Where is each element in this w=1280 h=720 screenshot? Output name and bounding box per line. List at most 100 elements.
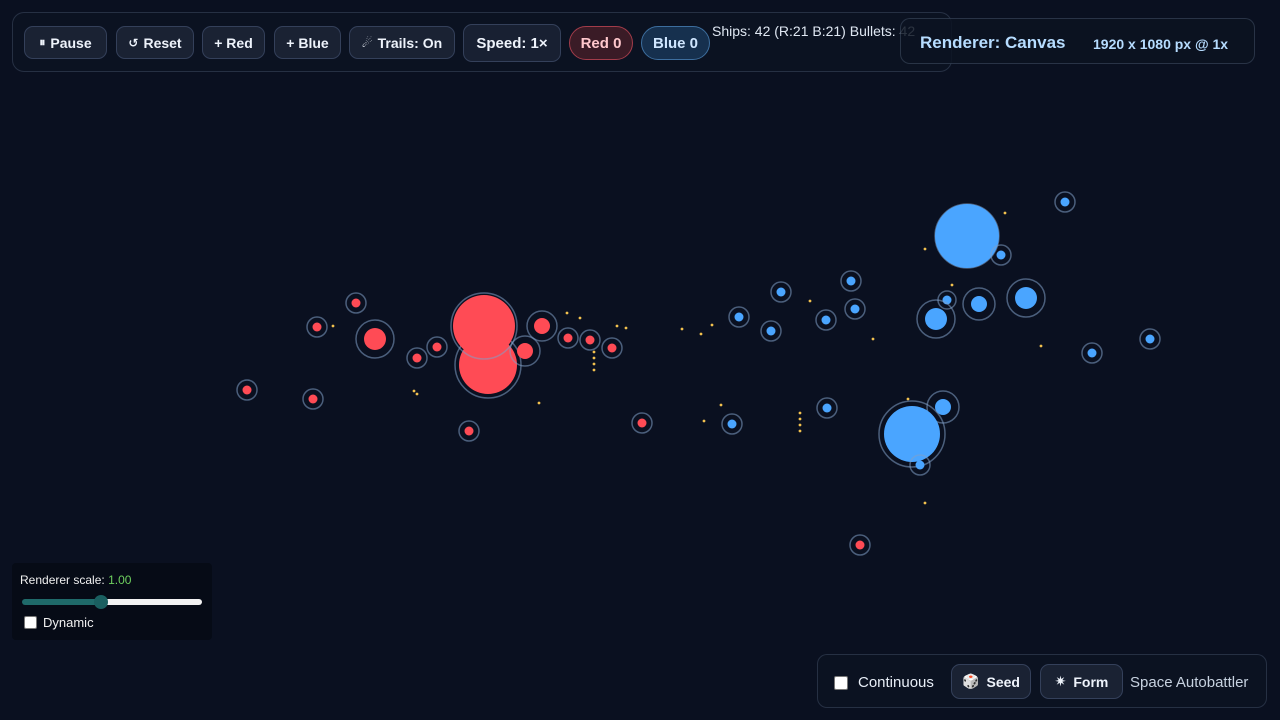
red-ship [450, 292, 518, 360]
blue-ship [934, 203, 1000, 269]
add-blue-button[interactable]: + Blue [274, 26, 341, 59]
comet-icon: ☄ [361, 35, 373, 50]
renderer-scale-slider[interactable] [22, 595, 202, 609]
red-ship-hull [855, 540, 865, 550]
bullet [412, 389, 416, 393]
trails-toggle-button[interactable]: ☄ Trails: On [349, 26, 455, 59]
bullet [578, 316, 582, 320]
reset-label: Reset [143, 34, 182, 51]
formation-icon: ✷ [1054, 673, 1067, 689]
bullet [615, 324, 619, 328]
continuous-checkbox[interactable] [834, 675, 848, 690]
bullet [798, 429, 802, 433]
bullet [710, 323, 714, 327]
slider-track [101, 599, 202, 605]
bullet [798, 423, 802, 427]
bullet [592, 350, 596, 354]
bullet [680, 327, 684, 331]
bullet [537, 401, 541, 405]
bullet [906, 397, 910, 401]
bullet [808, 299, 812, 303]
red-ship-hull [308, 394, 318, 404]
red-ship-hull [351, 298, 361, 308]
bullet [923, 501, 927, 505]
bottom-controls-panel: Continuous 🎲 Seed ✷ Form Space Autobattl… [817, 654, 1267, 708]
seed-button[interactable]: 🎲 Seed [951, 664, 1031, 699]
red-ship-hull [432, 342, 442, 352]
bullet [415, 392, 419, 396]
trails-label: Trails: On [377, 34, 443, 51]
red-ship-hull [453, 295, 515, 357]
bullet [331, 324, 335, 328]
red-ship-hull [312, 322, 322, 332]
bullet [565, 311, 569, 315]
dice-icon: 🎲 [962, 673, 980, 689]
bullet [798, 417, 802, 421]
continuous-option: Continuous [834, 674, 934, 691]
bullet [699, 332, 703, 336]
red-ship-hull [563, 333, 573, 343]
blue-ship-hull [734, 312, 744, 322]
bullet [1039, 344, 1043, 348]
bullet [592, 356, 596, 360]
reset-button[interactable]: ↺ Reset [116, 26, 194, 59]
reset-icon: ↺ [128, 35, 139, 50]
form-button[interactable]: ✷ Form [1040, 664, 1123, 699]
red-ship-hull [412, 353, 422, 363]
app-brand: Space Autobattler [1130, 674, 1249, 691]
blue-score-badge: Blue 0 [641, 26, 710, 60]
blue-ship-hull [1015, 287, 1037, 309]
form-label: Form [1073, 673, 1109, 690]
red-ship-hull [534, 318, 550, 334]
pause-icon: ⏸ [39, 35, 46, 49]
slider-thumb[interactable] [94, 595, 109, 609]
bullet [798, 411, 802, 415]
renderer-scale-title: Renderer scale: 1.00 [20, 573, 131, 587]
blue-ship-hull [821, 315, 831, 325]
add-red-button[interactable]: + Red [202, 26, 265, 59]
renderer-scale-value: 1.00 [108, 573, 132, 587]
red-score-badge: Red 0 [569, 26, 633, 60]
renderer-scale-panel: Renderer scale: 1.00 Dynamic [12, 563, 212, 640]
bullet [923, 247, 927, 251]
blue-ship-hull [766, 326, 776, 336]
blue-ship [878, 400, 946, 468]
blue-ship-hull [1087, 348, 1097, 358]
red-score-text: Red 0 [580, 34, 622, 52]
renderer-label: Renderer: Canvas [920, 33, 1066, 52]
blue-ship-hull [727, 419, 737, 429]
bullet [719, 403, 723, 407]
bullet [702, 419, 706, 423]
red-ship-hull [242, 385, 252, 395]
blue-ship-hull [1060, 197, 1070, 207]
blue-ship-hull [850, 304, 860, 314]
speed-label: Speed: 1× [476, 34, 548, 52]
bullet [950, 283, 954, 287]
blue-ship-hull [915, 460, 925, 470]
dynamic-option: Dynamic [24, 615, 94, 630]
blue-ship-hull [996, 250, 1006, 260]
renderer-scale-label: Renderer scale: [20, 573, 105, 587]
bullet [871, 337, 875, 341]
blue-ship-hull [822, 403, 832, 413]
bullet [624, 326, 628, 330]
renderer-resolution: 1920 x 1080 px @ 1x [1093, 36, 1229, 52]
add-blue-label: + Blue [286, 34, 329, 51]
blue-ship-hull [846, 276, 856, 286]
bullet [592, 362, 596, 366]
red-ship-hull [517, 343, 533, 359]
dynamic-label: Dynamic [43, 615, 94, 630]
seed-label: Seed [986, 673, 1020, 690]
red-ship-hull [364, 328, 386, 350]
blue-score-text: Blue 0 [652, 34, 698, 52]
speed-button[interactable]: Speed: 1× [463, 24, 561, 62]
blue-ship-hull [884, 406, 940, 462]
pause-button[interactable]: ⏸ Pause [24, 26, 107, 59]
continuous-label: Continuous [858, 674, 934, 691]
blue-ship-hull [935, 204, 999, 268]
bullet [592, 368, 596, 372]
dynamic-checkbox[interactable] [24, 616, 37, 629]
add-red-label: + Red [214, 34, 253, 51]
slider-fill [22, 599, 102, 605]
red-ship-hull [585, 335, 595, 345]
